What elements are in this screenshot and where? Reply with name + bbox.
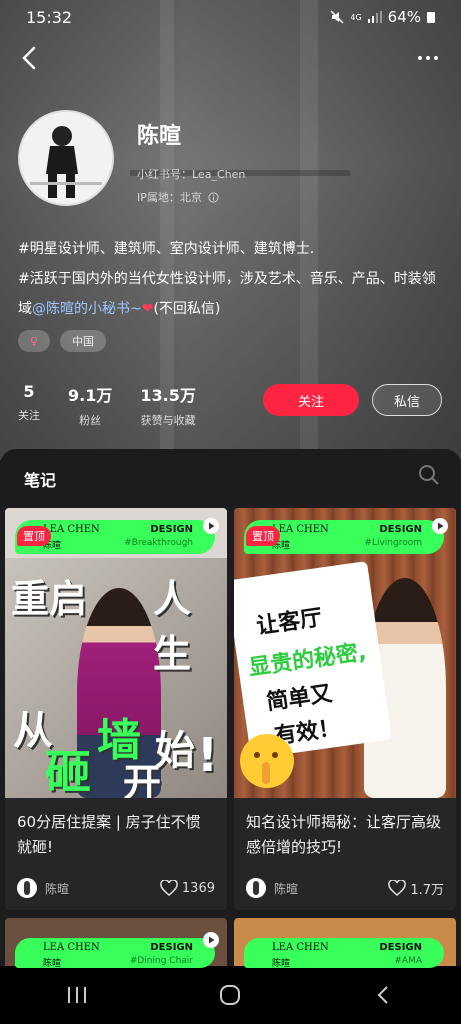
- stat-value: 9.1万: [68, 386, 113, 405]
- battery-icon: [427, 12, 435, 23]
- like-count: 1369: [181, 880, 215, 896]
- pinned-badge: 置顶: [246, 526, 280, 546]
- stat-label: 获赞与收藏: [140, 414, 196, 427]
- profile-tags: ♀ 中国: [18, 330, 107, 352]
- shush-emoji-icon: [240, 734, 294, 788]
- profile-stats: 5 关注 9.1万 粉丝 13.5万 获赞与收藏: [18, 382, 196, 428]
- note-cover: 置顶 LEA CHEN 陈暄 DESIGN #Livingroom 让客厅 显贵…: [234, 508, 456, 798]
- notes-tab[interactable]: 笔记: [24, 467, 56, 491]
- like-button[interactable]: 1369: [160, 880, 215, 896]
- signal-icon: [367, 11, 382, 23]
- ip-location-row: IP属地：北京: [137, 189, 219, 205]
- notes-panel: 笔记 置顶 LEA CHEN 陈暄 DESIGN #Breakthrough 重…: [0, 449, 461, 979]
- stat-fans[interactable]: 9.1万 粉丝: [68, 382, 112, 428]
- brand-header: LEA CHEN 陈暄 DESIGN #AMA: [244, 938, 444, 968]
- video-play-icon: [432, 518, 448, 534]
- gender-tag: ♀: [18, 330, 51, 352]
- brand-left: LEA CHEN: [272, 524, 329, 535]
- brand-left: LEA CHEN: [43, 524, 100, 535]
- battery-level: 64%: [387, 8, 421, 26]
- status-bar: 15:32 4G 64%: [0, 0, 461, 34]
- region-tag: 中国: [60, 330, 107, 352]
- cover-text: 开: [123, 761, 162, 798]
- brand-right: DESIGN: [150, 942, 193, 953]
- stat-following[interactable]: 5 关注: [18, 382, 40, 428]
- brand-right-sub: #Dining Chair: [129, 956, 193, 966]
- bio-line-2: #活跃于国内外的当代女性设计师，涉及艺术、音乐、产品、时装领域@陈暄的小秘书~❤…: [18, 264, 448, 324]
- stat-value: 13.5万: [140, 386, 196, 405]
- stat-label: 粉丝: [79, 414, 102, 427]
- network-type: 4G: [350, 12, 362, 22]
- back-icon[interactable]: [16, 42, 46, 74]
- info-icon[interactable]: [208, 191, 219, 203]
- mute-icon: [330, 10, 344, 24]
- brand-right: DESIGN: [379, 524, 422, 535]
- note-cover: 置顶 LEA CHEN 陈暄 DESIGN #Breakthrough 重启 人…: [5, 508, 227, 798]
- brand-right: DESIGN: [379, 942, 422, 953]
- note-footer: 陈暄 1.7万: [234, 868, 456, 910]
- stat-value: 5: [23, 382, 35, 401]
- heart-outline-icon: [160, 880, 178, 896]
- brand-left-sub: 陈暄: [43, 959, 62, 968]
- brand-right-sub: #Breakthrough: [124, 538, 193, 548]
- exclamation-mark: !: [197, 728, 218, 782]
- brand-left-sub: 陈暄: [272, 959, 291, 968]
- author-name[interactable]: 陈暄: [45, 880, 160, 897]
- brand-left: LEA CHEN: [43, 942, 100, 953]
- like-button[interactable]: 1.7万: [388, 879, 444, 898]
- note-title: 60分居住提案 | 房子住不惯就砸!: [17, 813, 201, 856]
- cover-text: 重启: [11, 577, 88, 621]
- avatar-image: [20, 112, 112, 204]
- stat-label: 关注: [18, 409, 40, 422]
- video-play-icon: [203, 518, 219, 534]
- brand-right-sub: #Livingroom: [364, 538, 422, 548]
- profile-name: 陈暄: [137, 124, 182, 149]
- bio-mention-link[interactable]: @陈暄的小秘书~: [32, 301, 142, 317]
- note-card[interactable]: 置顶 LEA CHEN 陈暄 DESIGN #Livingroom 让客厅 显贵…: [234, 508, 456, 910]
- more-icon[interactable]: [413, 42, 443, 74]
- back-nav-icon[interactable]: [372, 983, 396, 1007]
- nav-bar: [0, 38, 461, 78]
- follow-button[interactable]: 关注: [263, 384, 359, 416]
- note-card[interactable]: 置顶 LEA CHEN 陈暄 DESIGN #Breakthrough 重启 人…: [5, 508, 227, 910]
- home-icon[interactable]: [218, 983, 242, 1007]
- note-footer: 陈暄 1369: [5, 868, 227, 910]
- avatar[interactable]: [18, 110, 114, 206]
- bio-suffix: (不回私信): [153, 301, 221, 317]
- pinned-badge: 置顶: [17, 526, 51, 546]
- stat-likes-collects[interactable]: 13.5万 获赞与收藏: [140, 382, 195, 428]
- recent-apps-icon[interactable]: [65, 985, 89, 1005]
- ip-location: IP属地：北京: [137, 191, 202, 204]
- brand-header: LEA CHEN 陈暄 DESIGN #Dining Chair: [15, 938, 215, 968]
- note-card-peek[interactable]: LEA CHEN 陈暄 DESIGN #AMA: [234, 918, 456, 968]
- message-button[interactable]: 私信: [372, 384, 442, 416]
- video-play-icon: [203, 932, 219, 948]
- heart-outline-icon: [388, 880, 407, 896]
- author-avatar[interactable]: [17, 878, 37, 898]
- cover-text: 人生: [153, 577, 192, 676]
- bio-line-1: #明星设计师、建筑师、室内设计师、建筑博士.: [18, 241, 315, 257]
- brand-right-sub: #AMA: [394, 956, 422, 966]
- status-time: 15:32: [26, 7, 73, 27]
- like-count: 1.7万: [410, 882, 444, 898]
- bio: #明星设计师、建筑师、室内设计师、建筑博士. #活跃于国内外的当代女性设计师，涉…: [18, 234, 448, 324]
- heart-icon: ❤: [141, 301, 154, 317]
- note-title: 知名设计师揭秘：让客厅高级感倍增的技巧!: [246, 813, 442, 856]
- note-card-peek[interactable]: LEA CHEN 陈暄 DESIGN #Dining Chair: [5, 918, 227, 968]
- cover-text: 砸: [45, 745, 91, 798]
- brand-left: LEA CHEN: [272, 942, 329, 953]
- author-avatar[interactable]: [246, 878, 266, 898]
- profile-header: 15:32 4G 64% 陈暄 小红书号：Lea_Chen IP属地：北京 #明…: [0, 0, 461, 460]
- author-name[interactable]: 陈暄: [274, 880, 388, 897]
- account-id: 小红书号：Lea_Chen: [137, 168, 246, 181]
- system-nav-bar: [0, 966, 461, 1024]
- brand-right: DESIGN: [150, 524, 193, 535]
- search-icon[interactable]: [417, 463, 441, 487]
